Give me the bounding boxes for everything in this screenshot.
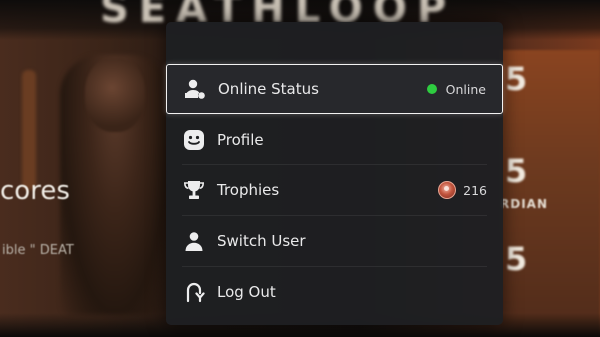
background-number: 5	[505, 60, 528, 98]
smiley-face-icon	[181, 127, 207, 153]
background-label: RDIAN	[500, 197, 548, 211]
menu-item-label: Profile	[217, 131, 264, 149]
divider	[182, 266, 487, 267]
menu-item-log-out[interactable]: Log Out	[166, 268, 503, 316]
trophy-icon	[181, 177, 207, 203]
online-status-dot	[426, 84, 437, 94]
online-status-indicator: Online	[426, 81, 486, 97]
divider	[182, 164, 487, 165]
divider	[182, 215, 487, 216]
quick-menu-panel: Online Status Online Profile Trophies 21…	[166, 22, 503, 325]
menu-item-online-status[interactable]: Online Status Online	[166, 64, 503, 114]
background-number: 5	[505, 152, 528, 190]
trophy-count: 216	[463, 182, 487, 198]
menu-item-trophies[interactable]: Trophies 216	[166, 166, 503, 214]
menu-item-label: Trophies	[217, 181, 280, 199]
background-banner-text: SEATHLOOP	[100, 0, 457, 32]
trophy-level-badge-icon	[438, 181, 457, 199]
user-icon	[181, 228, 207, 254]
menu-item-profile[interactable]: Profile	[166, 116, 503, 164]
user-status-icon	[182, 76, 208, 102]
menu-item-switch-user[interactable]: Switch User	[166, 217, 503, 265]
online-status-text: Online	[445, 81, 486, 97]
log-out-icon	[181, 279, 207, 305]
background-number: 5	[505, 240, 528, 278]
menu-item-label: Switch User	[217, 232, 306, 250]
background-small-text: ible " DEAT	[2, 243, 74, 258]
menu-item-label: Online Status	[218, 80, 319, 98]
menu-item-label: Log Out	[217, 283, 276, 301]
background-weapon	[22, 70, 36, 190]
background-scores-text: cores	[0, 176, 70, 206]
background-character-head	[85, 58, 145, 132]
trophy-level-indicator: 216	[438, 181, 487, 199]
